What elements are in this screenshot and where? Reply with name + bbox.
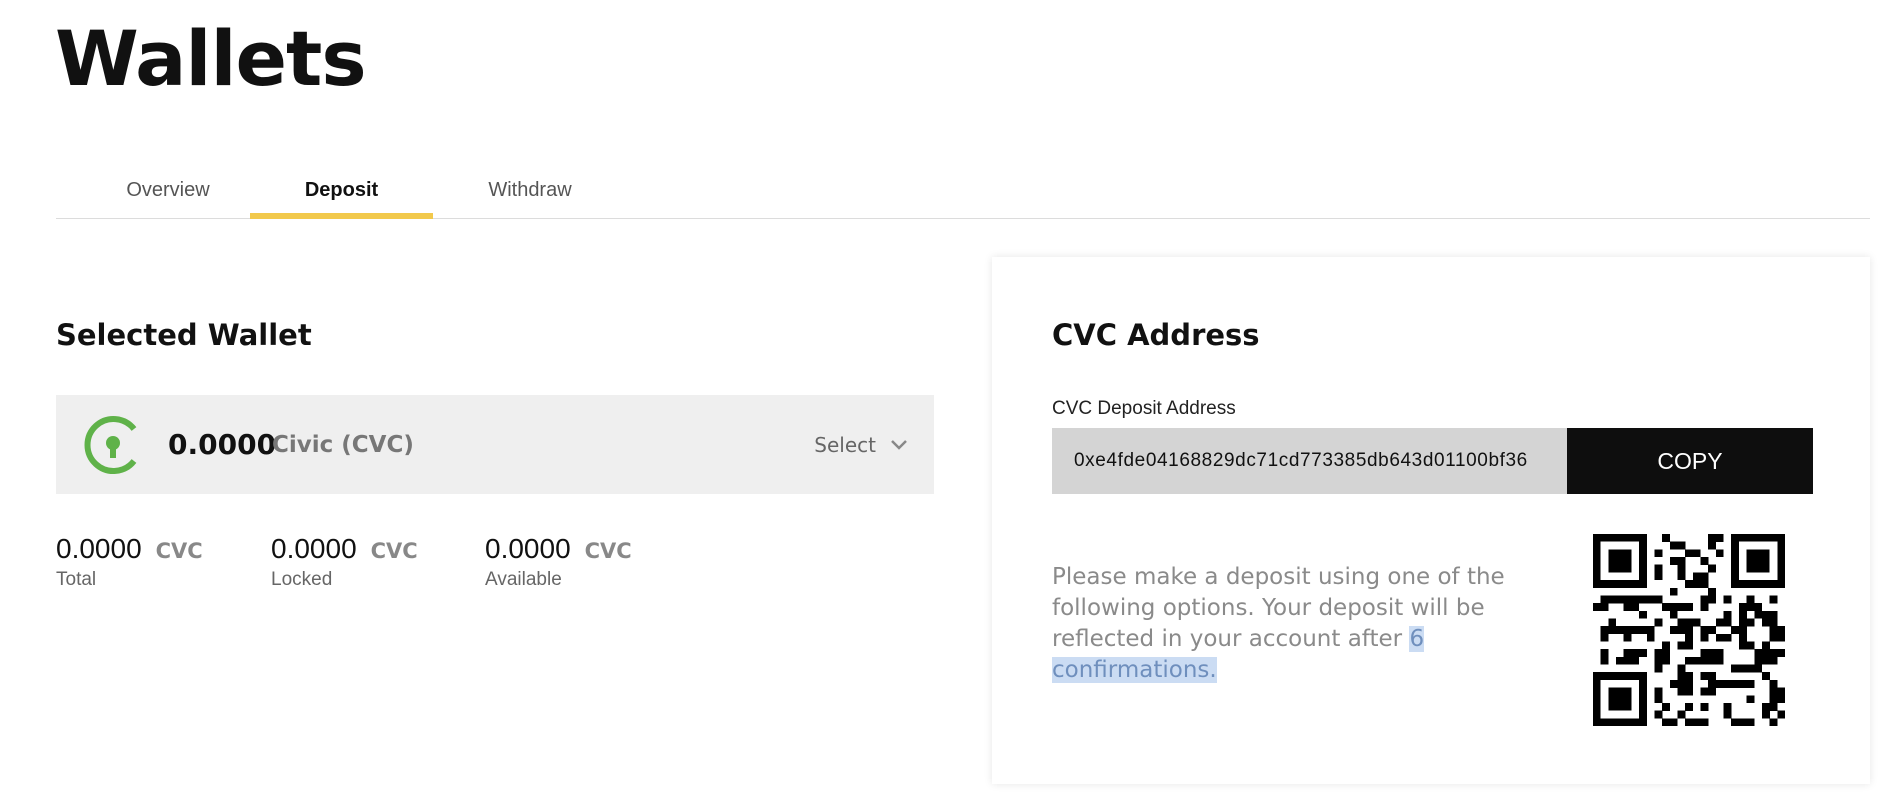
stat-locked-label: Locked (271, 569, 333, 590)
wallets-page: Wallets Overview Deposit Withdraw Select… (0, 0, 1888, 810)
address-card: CVC Address CVC Deposit Address COPY Ple… (992, 257, 1870, 784)
deposit-instructions-text: Please make a deposit using one of the f… (1052, 564, 1505, 652)
tab-overview[interactable]: Overview (96, 162, 240, 218)
stat-available: 0.0000 CVC Available (485, 533, 632, 591)
stat-total-unit: CVC (155, 539, 203, 563)
wallet-select-dropdown[interactable]: Select (814, 395, 908, 494)
deposit-address-label: CVC Deposit Address (1052, 398, 1236, 419)
chevron-down-icon (891, 439, 907, 450)
deposit-instructions: Please make a deposit using one of the f… (1052, 562, 1572, 686)
tab-bar: Overview Deposit Withdraw (56, 162, 1870, 219)
tab-deposit[interactable]: Deposit (250, 162, 433, 219)
stat-total: 0.0000 CVC Total (56, 533, 203, 591)
qr-code-icon (1593, 534, 1785, 726)
deposit-address-field[interactable] (1052, 428, 1567, 494)
stat-available-label: Available (485, 569, 562, 590)
wallet-coin-name: Civic (CVC) (272, 431, 414, 458)
copy-button[interactable]: COPY (1567, 428, 1813, 494)
stat-locked-unit: CVC (370, 539, 418, 563)
page-title: Wallets (55, 14, 367, 103)
civic-logo-icon (84, 416, 137, 474)
stat-available-value: 0.0000 (485, 533, 571, 564)
stat-total-label: Total (56, 569, 97, 590)
selected-wallet-heading: Selected Wallet (56, 318, 312, 352)
wallet-balance: 0.0000 (168, 428, 277, 461)
address-heading: CVC Address (1052, 318, 1260, 352)
stat-locked: 0.0000 CVC Locked (271, 533, 418, 591)
tab-withdraw[interactable]: Withdraw (455, 162, 605, 218)
stat-available-unit: CVC (584, 539, 632, 563)
select-label: Select (814, 432, 876, 457)
wallet-selector[interactable]: 0.0000 Civic (CVC) Select (56, 395, 934, 494)
stat-locked-value: 0.0000 (271, 533, 357, 564)
stat-total-value: 0.0000 (56, 533, 142, 564)
